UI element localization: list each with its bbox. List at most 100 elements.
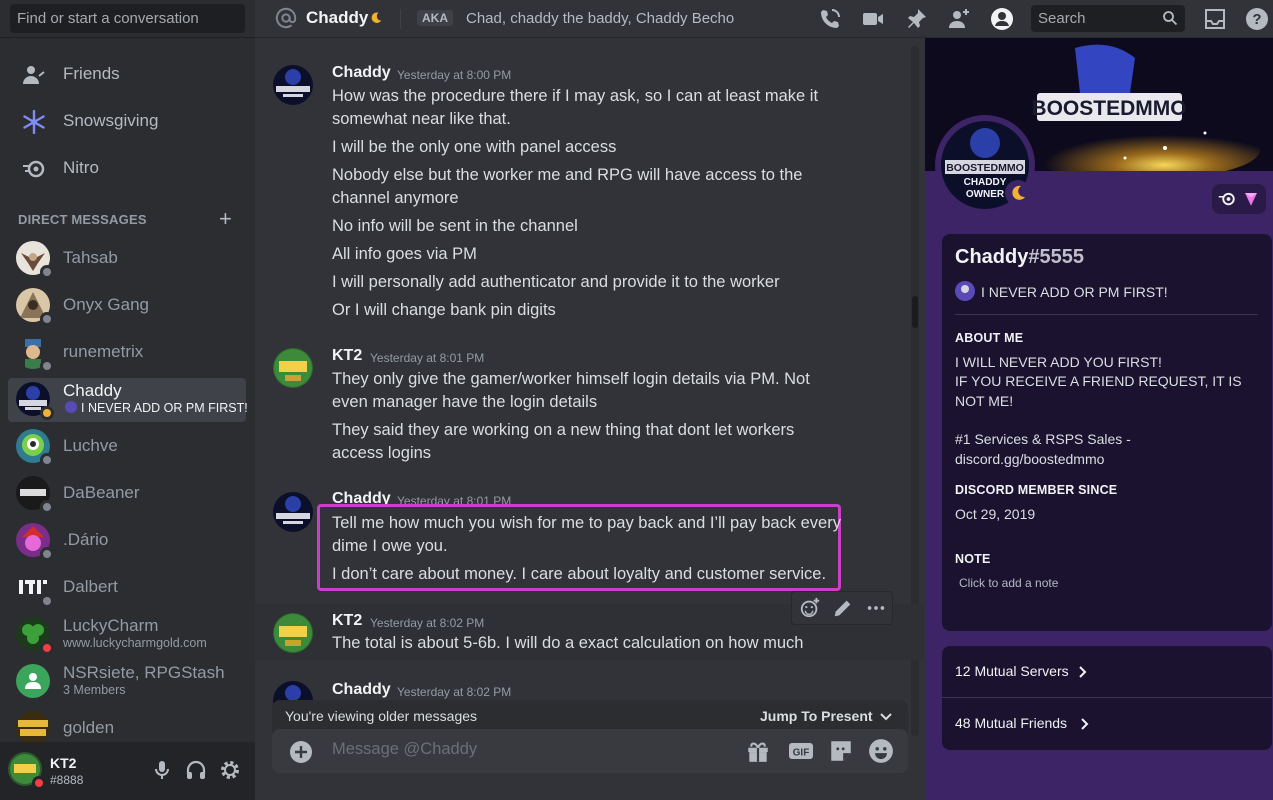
dm-name: golden	[63, 718, 115, 737]
dm-item-luchve[interactable]: Luchve	[8, 425, 246, 469]
profile-discriminator: #5555	[1028, 246, 1084, 268]
more-options-icon[interactable]	[865, 597, 887, 619]
dm-name: Onyx Gang	[63, 295, 149, 314]
find-conversation-input[interactable]: Find or start a conversation	[10, 4, 245, 33]
status-offline-icon	[40, 500, 54, 514]
note-heading: NOTE	[955, 552, 991, 566]
message-avatar[interactable]	[273, 65, 313, 105]
message-composer[interactable]: Message @Chaddy GIF	[272, 729, 908, 773]
message-text: No info will be sent in the channel	[332, 217, 578, 235]
message-text: They said they are working on a new thin…	[332, 421, 795, 462]
voice-call-icon[interactable]	[818, 7, 842, 31]
message-author[interactable]: KT2	[332, 612, 362, 630]
chevron-down-icon[interactable]	[879, 710, 893, 724]
message-list[interactable]: Chaddy Yesterday at 8:00 PM How was the …	[255, 38, 924, 800]
add-reaction-icon[interactable]	[799, 597, 821, 619]
dm-item-chaddy[interactable]: Chaddy I NEVER ADD OR PM FIRST!	[8, 378, 248, 422]
mutual-friends-label: 48 Mutual Friends	[955, 715, 1068, 731]
older-messages-text: You're viewing older messages	[285, 708, 478, 724]
nitro-icon	[23, 160, 45, 178]
dm-item-runemetrix[interactable]: runemetrix	[8, 331, 246, 375]
at-sign-icon	[275, 7, 297, 29]
video-call-icon[interactable]	[861, 7, 885, 31]
direct-messages-header: DIRECT MESSAGES	[18, 212, 147, 227]
create-dm-plus-icon[interactable]: +	[219, 208, 232, 230]
dm-name: Tahsab	[63, 248, 118, 267]
search-icon	[1163, 11, 1178, 26]
nav-snowsgiving-label: Snowsgiving	[63, 111, 159, 130]
mutual-servers-label: 12 Mutual Servers	[955, 663, 1069, 679]
emoji-icon[interactable]	[868, 738, 894, 764]
avatar	[16, 711, 50, 745]
message-text: Tell me how much you wish for me to pay …	[332, 514, 841, 555]
search-input[interactable]: Search	[1031, 5, 1185, 32]
message-text: They only give the gamer/worker himself …	[332, 370, 810, 411]
add-friends-to-dm-icon[interactable]	[947, 7, 971, 31]
message-text: All info goes via PM	[332, 245, 477, 263]
user-status-dnd-icon	[32, 776, 46, 790]
message-avatar[interactable]	[273, 348, 313, 388]
message-timestamp: Yesterday at 8:01 PM	[370, 351, 485, 365]
dm-item-tahsab[interactable]: Tahsab	[8, 237, 246, 281]
message-author[interactable]: KT2	[332, 347, 362, 365]
sticker-icon[interactable]	[828, 738, 854, 764]
message-text: The total is about 5-6b. I will do a exa…	[332, 634, 804, 652]
dm-custom-status: www.luckycharmgold.com	[63, 636, 207, 650]
message-text: I don’t care about money. I care about l…	[332, 565, 827, 583]
message-avatar[interactable]	[273, 492, 313, 532]
gif-icon[interactable]: GIF	[788, 738, 814, 764]
pinned-messages-icon[interactable]	[904, 7, 928, 31]
settings-gear-icon[interactable]	[218, 758, 242, 782]
member-since-date: Oct 29, 2019	[955, 506, 1036, 522]
mutual-servers-button[interactable]: 12 Mutual Servers	[942, 646, 1272, 698]
message-timestamp: Yesterday at 8:02 PM	[370, 616, 485, 630]
dm-item-luckycharm[interactable]: LuckyCharm www.luckycharmgold.com	[8, 613, 246, 657]
card-divider	[955, 314, 1258, 315]
nav-friends-label: Friends	[63, 64, 120, 83]
dm-item-dalbert[interactable]: Dalbert	[8, 566, 246, 610]
help-icon[interactable]: ?	[1245, 7, 1269, 31]
message-author[interactable]: Chaddy	[332, 64, 391, 82]
dm-recipient-name: Chaddy	[306, 8, 369, 27]
profile-info-card: Chaddy#5555 I NEVER ADD OR PM FIRST! ABO…	[942, 234, 1272, 631]
dm-item-group-nsrsiete-rpgstash[interactable]: NSRsiete, RPGStash 3 Members	[8, 660, 246, 704]
scrollbar-thumb[interactable]	[912, 296, 918, 328]
profile-username[interactable]: Chaddy#5555	[955, 246, 1084, 269]
message-author[interactable]: Chaddy	[332, 681, 391, 699]
chevron-right-icon	[1081, 718, 1089, 730]
nav-nitro[interactable]: Nitro	[8, 148, 246, 190]
dm-name: runemetrix	[63, 342, 144, 361]
edit-pencil-icon[interactable]	[832, 597, 854, 619]
aka-badge: AKA	[417, 10, 453, 26]
headphones-icon[interactable]	[184, 758, 208, 782]
message-text: Or I will change bank pin digits	[332, 301, 556, 319]
avatar-logo-text: OWNER	[966, 189, 1005, 200]
note-input[interactable]: Click to add a note	[959, 576, 1058, 590]
chevron-right-icon	[1079, 666, 1087, 678]
message-actions-toolbar	[791, 591, 893, 625]
user-name: KT2	[50, 755, 77, 771]
mutual-friends-button[interactable]: 48 Mutual Friends	[942, 698, 1272, 750]
gift-icon[interactable]	[745, 738, 771, 764]
svg-text:?: ?	[1252, 11, 1261, 28]
dm-name: .Dário	[63, 530, 109, 549]
upload-plus-icon[interactable]	[289, 740, 313, 764]
profile-custom-status: I NEVER ADD OR PM FIRST!	[981, 284, 1168, 300]
about-me-heading: ABOUT ME	[955, 331, 1024, 345]
message-avatar[interactable]	[273, 613, 313, 653]
nav-friends[interactable]: Friends	[8, 54, 246, 96]
inbox-icon[interactable]	[1203, 7, 1227, 31]
nitro-badge-icon[interactable]	[1218, 190, 1236, 208]
boost-gem-badge-icon[interactable]	[1242, 190, 1260, 208]
custom-status-emoji-icon	[955, 281, 975, 301]
avatar-logo-text: BOOSTEDMMO	[946, 162, 1024, 174]
microphone-icon[interactable]	[150, 758, 174, 782]
status-offline-icon	[40, 594, 54, 608]
nav-snowsgiving[interactable]: Snowsgiving	[8, 101, 246, 143]
dm-item-dario[interactable]: .Dário	[8, 519, 246, 563]
dm-item-onyx-gang[interactable]: Onyx Gang	[8, 284, 246, 328]
dm-item-dabeaner[interactable]: DaBeaner	[8, 472, 246, 516]
user-profile-toggle-icon[interactable]	[990, 7, 1014, 31]
jump-to-present-button[interactable]: Jump To Present	[760, 708, 873, 724]
dm-name: Dalbert	[63, 577, 118, 596]
